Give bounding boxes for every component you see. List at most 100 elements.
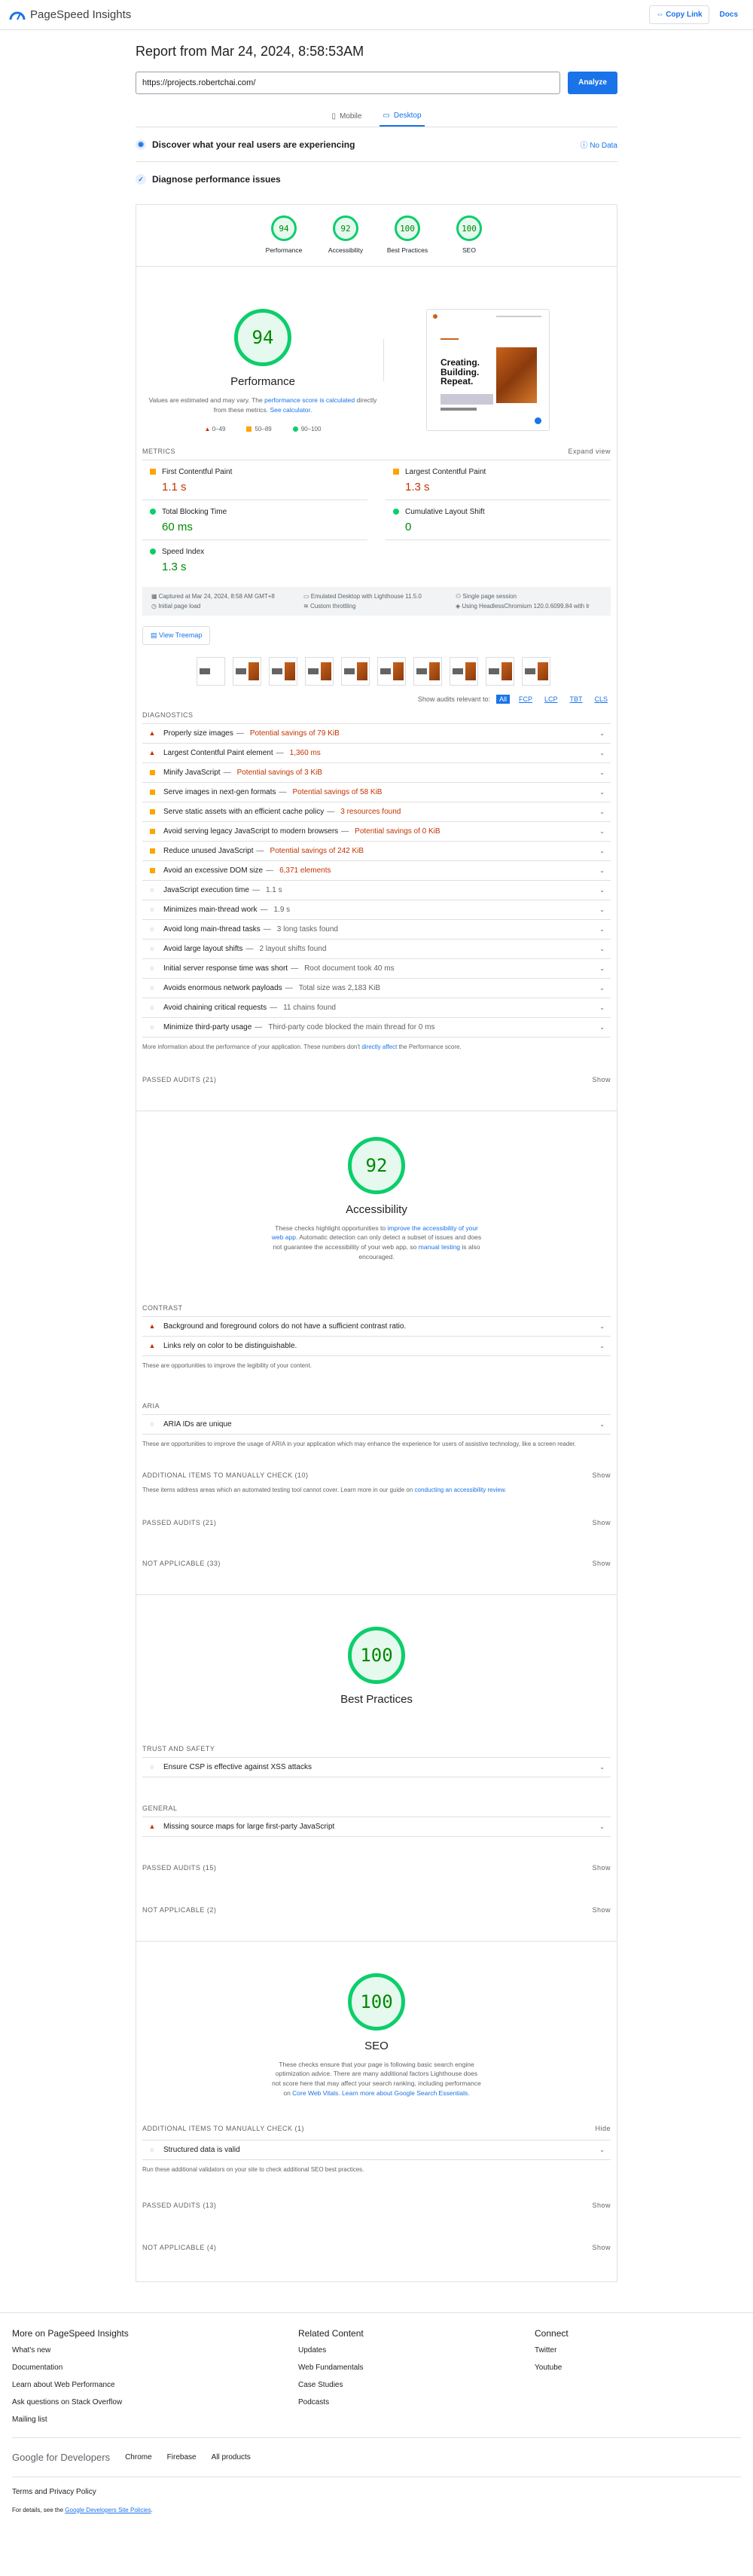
chevron-down-icon: ⌄ (599, 729, 605, 737)
frame-text (453, 668, 463, 674)
expand-view-toggle[interactable]: Expand view (568, 448, 611, 455)
hide-toggle[interactable]: Hide (595, 2125, 611, 2132)
audit-row[interactable]: Serve static assets with an efficient ca… (142, 802, 611, 822)
footer-link[interactable]: What's new (12, 2346, 298, 2354)
show-toggle[interactable]: Show (592, 1906, 611, 1914)
footer-col-more: More on PageSpeed Insights What's new Do… (12, 2328, 298, 2433)
terms-link[interactable]: Terms and Privacy Policy (12, 2488, 741, 2496)
audit-row[interactable]: ○ Avoids enormous network payloads — Total … (142, 979, 611, 998)
show-toggle[interactable]: Show (592, 1471, 611, 1479)
footer-link[interactable]: Updates (298, 2346, 535, 2354)
audit-row[interactable]: ▲ Properly size images — Potential savings … (142, 724, 611, 744)
frame-text (308, 668, 319, 674)
footer-link[interactable]: Web Fundamentals (298, 2364, 535, 2372)
legend-label: 50–89 (255, 425, 272, 432)
footer-link[interactable]: Chrome (125, 2453, 152, 2461)
audit-row[interactable]: ○ Ensure CSP is effective against XSS att… (142, 1758, 611, 1777)
footer-link[interactable]: Mailing list (12, 2416, 298, 2424)
filmstrip-frame (305, 656, 334, 686)
footer-link[interactable]: Firebase (167, 2453, 197, 2461)
google-developers-bar: Google for Developers Chrome Firebase Al… (12, 2437, 741, 2477)
not-applicable-seo[interactable]: NOT APPLICABLE (4) Show (142, 2236, 611, 2259)
filter-chip-all[interactable]: All (495, 694, 510, 704)
audit-row[interactable]: ▲ Links rely on color to be distinguishab… (142, 1337, 611, 1356)
not-applicable-bp[interactable]: NOT APPLICABLE (2) Show (142, 1899, 611, 1921)
audit-row[interactable]: ○ Avoid long main-thread tasks — 3 long tas… (142, 920, 611, 940)
filter-chip-fcp[interactable]: FCP (516, 695, 535, 704)
footer-link[interactable]: Ask questions on Stack Overflow (12, 2398, 298, 2406)
gauge-seo[interactable]: 100 SEO (448, 215, 490, 254)
audit-row[interactable]: ○ ARIA IDs are unique ⌄ (142, 1415, 611, 1435)
search-essentials-link[interactable]: Learn more about Google Search Essential… (342, 2089, 468, 2097)
footer-link[interactable]: Case Studies (298, 2381, 535, 2389)
passed-audits-perf[interactable]: PASSED AUDITS (21) Show (142, 1068, 611, 1091)
audit-row[interactable]: Avoid an excessive DOM size — 6,371 elemen… (142, 861, 611, 881)
not-applicable-a11y[interactable]: NOT APPLICABLE (33) Show (142, 1552, 611, 1575)
audit-row[interactable]: Serve images in next-gen formats — Potenti… (142, 783, 611, 802)
passed-audits-bp[interactable]: PASSED AUDITS (15) Show (142, 1856, 611, 1879)
filter-chip-tbt[interactable]: TBT (566, 695, 585, 704)
show-toggle[interactable]: Show (592, 1560, 611, 1567)
gauge-accessibility[interactable]: 92 Accessibility (325, 215, 367, 254)
circle-icon: ○ (150, 1004, 154, 1011)
tab-desktop[interactable]: ▭ Desktop (380, 106, 425, 127)
directly-affect-link[interactable]: directly affect (361, 1044, 397, 1050)
audit-row[interactable]: ▲ Largest Contentful Paint element — 1,360 … (142, 744, 611, 763)
report-title: Report from Mar 24, 2024, 8:58:53AM (136, 44, 364, 59)
audit-row[interactable]: ○ Avoid large layout shifts — 2 layout shif… (142, 940, 611, 959)
analyze-button[interactable]: Analyze (568, 72, 617, 94)
google-developers-logo[interactable]: Google for Developers (12, 2452, 110, 2463)
show-toggle[interactable]: Show (592, 2202, 611, 2209)
passed-audits-a11y[interactable]: PASSED AUDITS (21) Show (142, 1511, 611, 1534)
audit-row[interactable]: ▲ Missing source maps for large first-par… (142, 1817, 611, 1837)
gauge-performance[interactable]: 94 Performance (263, 215, 305, 254)
footer-link[interactable]: Podcasts (298, 2398, 535, 2406)
filter-chip-cls[interactable]: CLS (591, 695, 611, 704)
show-toggle[interactable]: Show (592, 1519, 611, 1526)
site-policies-link[interactable]: Google Developers Site Policies (65, 2507, 151, 2513)
audit-row[interactable]: Reduce unused JavaScript — Potential savin… (142, 842, 611, 861)
show-toggle[interactable]: Show (592, 1076, 611, 1083)
view-treemap-button[interactable]: ▤ View Treemap (142, 625, 211, 645)
a11y-review-link[interactable]: conducting an accessibility review (415, 1487, 505, 1493)
gauge-label: Performance (265, 246, 303, 254)
manual-check-a11y[interactable]: ADDITIONAL ITEMS TO MANUALLY CHECK (10) S… (142, 1464, 611, 1487)
footer-link[interactable]: Documentation (12, 2364, 298, 2372)
app-logo[interactable]: PageSpeed Insights (9, 8, 131, 21)
audit-row[interactable]: ○ Minimizes main-thread work — 1.9 s ⌄ (142, 900, 611, 920)
passed-audits-seo[interactable]: PASSED AUDITS (13) Show (142, 2194, 611, 2217)
audit-row[interactable]: ○ Initial server response time was short —… (142, 959, 611, 979)
copy-link-button[interactable]: ⇔ Copy Link (649, 5, 709, 24)
audit-savings: Potential savings of 58 KiB (292, 787, 383, 796)
footer-link[interactable]: All products (212, 2453, 251, 2461)
calculator-link[interactable]: See calculator. (270, 406, 312, 414)
footer-link[interactable]: Twitter (535, 2346, 569, 2354)
top-bar: PageSpeed Insights ⇔ Copy Link Docs (0, 0, 753, 30)
gauge-best-practices[interactable]: 100 Best Practices (386, 215, 428, 254)
core-web-vitals-link[interactable]: Core Web Vitals (292, 2089, 338, 2097)
frame-image (429, 662, 440, 680)
audit-row[interactable]: ▲ Background and foreground colors do not… (142, 1317, 611, 1337)
audit-row[interactable]: Minify JavaScript — Potential savings of 3… (142, 763, 611, 783)
manual-testing-link[interactable]: manual testing (419, 1243, 460, 1251)
audit-savings: Potential savings of 79 KiB (249, 729, 340, 738)
footer-link[interactable]: Youtube (535, 2364, 569, 2372)
score-calc-link[interactable]: performance score is calculated (264, 396, 355, 404)
audit-row[interactable]: ○ Avoid chaining critical requests — 11 cha… (142, 998, 611, 1018)
audit-row[interactable]: ○ Minimize third-party usage — Third-party … (142, 1018, 611, 1037)
show-toggle[interactable]: Show (592, 1864, 611, 1872)
manual-check-seo[interactable]: ADDITIONAL ITEMS TO MANUALLY CHECK (1) Hi… (142, 2118, 611, 2141)
audit-row[interactable]: Avoid serving legacy JavaScript to moder… (142, 822, 611, 842)
audit-row[interactable]: ○ JavaScript execution time — 1.1 s ⌄ (142, 881, 611, 900)
desc-text: These checks highlight opportunities to (275, 1224, 388, 1232)
show-toggle[interactable]: Show (592, 2244, 611, 2251)
audit-title: Avoid long main-thread tasks (163, 924, 261, 934)
circle-icon: ○ (150, 964, 154, 972)
audit-row[interactable]: ○ Structured data is valid ⌄ (142, 2141, 611, 2160)
filter-chip-lcp[interactable]: LCP (541, 695, 561, 704)
footer-link[interactable]: Learn about Web Performance (12, 2381, 298, 2389)
docs-button[interactable]: Docs (714, 6, 744, 23)
device-tabs: ▯ Mobile ▭ Desktop (136, 106, 617, 127)
tab-mobile[interactable]: ▯ Mobile (328, 106, 364, 127)
url-input[interactable]: https://projects.robertchai.com/ (136, 72, 560, 94)
